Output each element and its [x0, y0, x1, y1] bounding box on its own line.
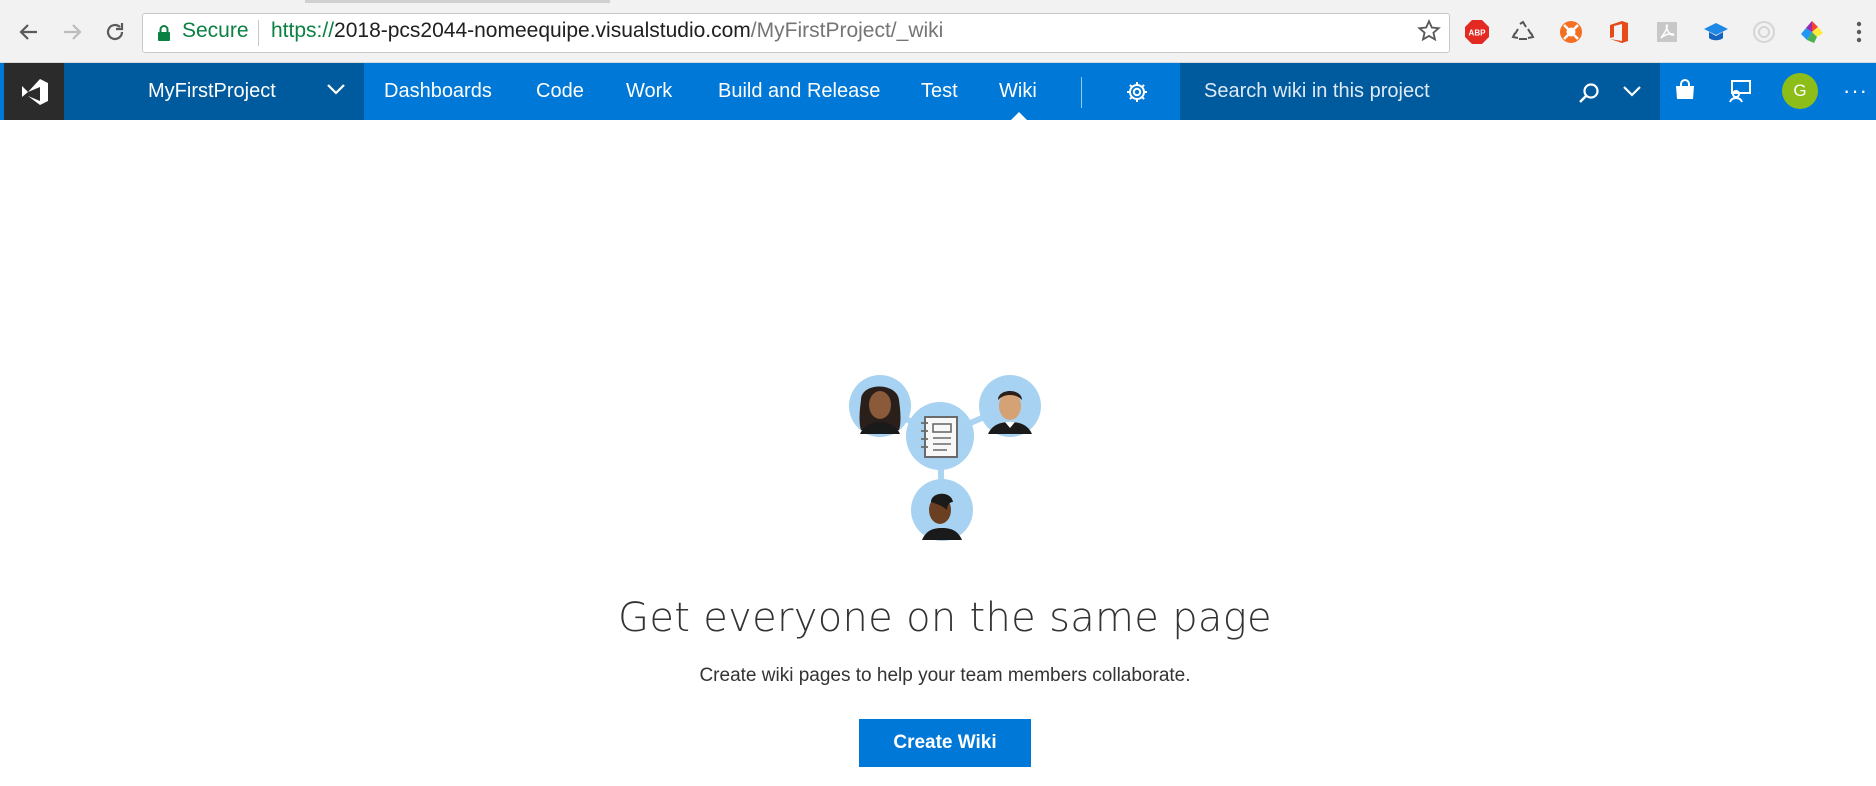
- url-path: /MyFirstProject/_wiki: [750, 19, 944, 42]
- project-name[interactable]: MyFirstProject: [148, 80, 276, 103]
- reload-icon[interactable]: [100, 17, 130, 47]
- nav-dashboards[interactable]: Dashboards: [384, 80, 492, 103]
- back-icon[interactable]: [14, 17, 44, 47]
- person-avatar-icon: [849, 375, 911, 437]
- browser-tab-strip: [305, 0, 610, 3]
- search-icon[interactable]: [1577, 81, 1601, 110]
- address-separator: [258, 20, 259, 46]
- nav-test[interactable]: Test: [921, 80, 958, 103]
- forward-icon[interactable]: [57, 17, 87, 47]
- bookmark-star-icon[interactable]: [1416, 18, 1442, 49]
- nav-wiki[interactable]: Wiki: [999, 80, 1037, 103]
- color-picker-icon[interactable]: [1799, 19, 1825, 45]
- secure-label: Secure: [182, 19, 249, 42]
- office-icon[interactable]: [1606, 19, 1632, 45]
- wiki-collaboration-illustration: [845, 370, 1045, 542]
- person-avatar-icon: [911, 479, 973, 541]
- recycle-icon[interactable]: [1510, 19, 1536, 45]
- adblock-label: ABP: [1469, 29, 1487, 38]
- marketplace-bag-icon[interactable]: [1673, 78, 1697, 107]
- lock-icon: [156, 24, 172, 47]
- adblock-icon[interactable]: ABP: [1464, 19, 1490, 45]
- lifebuoy-icon[interactable]: [1558, 19, 1584, 45]
- nav-code[interactable]: Code: [536, 80, 584, 103]
- graduation-cap-icon[interactable]: [1703, 19, 1729, 45]
- nav-work[interactable]: Work: [626, 80, 672, 103]
- avatar[interactable]: G: [1782, 73, 1818, 109]
- url-scheme: https://: [271, 19, 335, 42]
- vsts-logo-icon[interactable]: [4, 63, 64, 120]
- url-host: 2018-pcs2044-nomeequipe.visualstudio.com: [334, 19, 751, 42]
- kebab-menu-icon[interactable]: [1846, 19, 1872, 45]
- empty-state-description: Create wiki pages to help your team memb…: [699, 665, 1191, 686]
- active-tab-indicator: [1011, 112, 1027, 120]
- chevron-down-icon[interactable]: [326, 82, 346, 101]
- search-options-chevron-icon[interactable]: [1622, 84, 1642, 103]
- gear-icon[interactable]: [1125, 80, 1149, 109]
- url-text[interactable]: https://2018-pcs2044-nomeequipe.visualst…: [271, 19, 943, 43]
- person-avatar-icon: [979, 375, 1041, 437]
- target-icon[interactable]: [1751, 19, 1777, 45]
- nav-build-and-release[interactable]: Build and Release: [718, 80, 880, 103]
- help-chat-icon[interactable]: [1727, 78, 1753, 109]
- more-options-icon[interactable]: ···: [1843, 78, 1868, 104]
- pdf-icon[interactable]: [1654, 19, 1680, 45]
- search-input[interactable]: Search wiki in this project: [1204, 80, 1430, 103]
- empty-state-title: Get everyone on the same page: [618, 595, 1272, 641]
- create-wiki-button[interactable]: Create Wiki: [859, 719, 1031, 767]
- notebook-icon: [921, 416, 958, 458]
- nav-divider: [1081, 77, 1082, 108]
